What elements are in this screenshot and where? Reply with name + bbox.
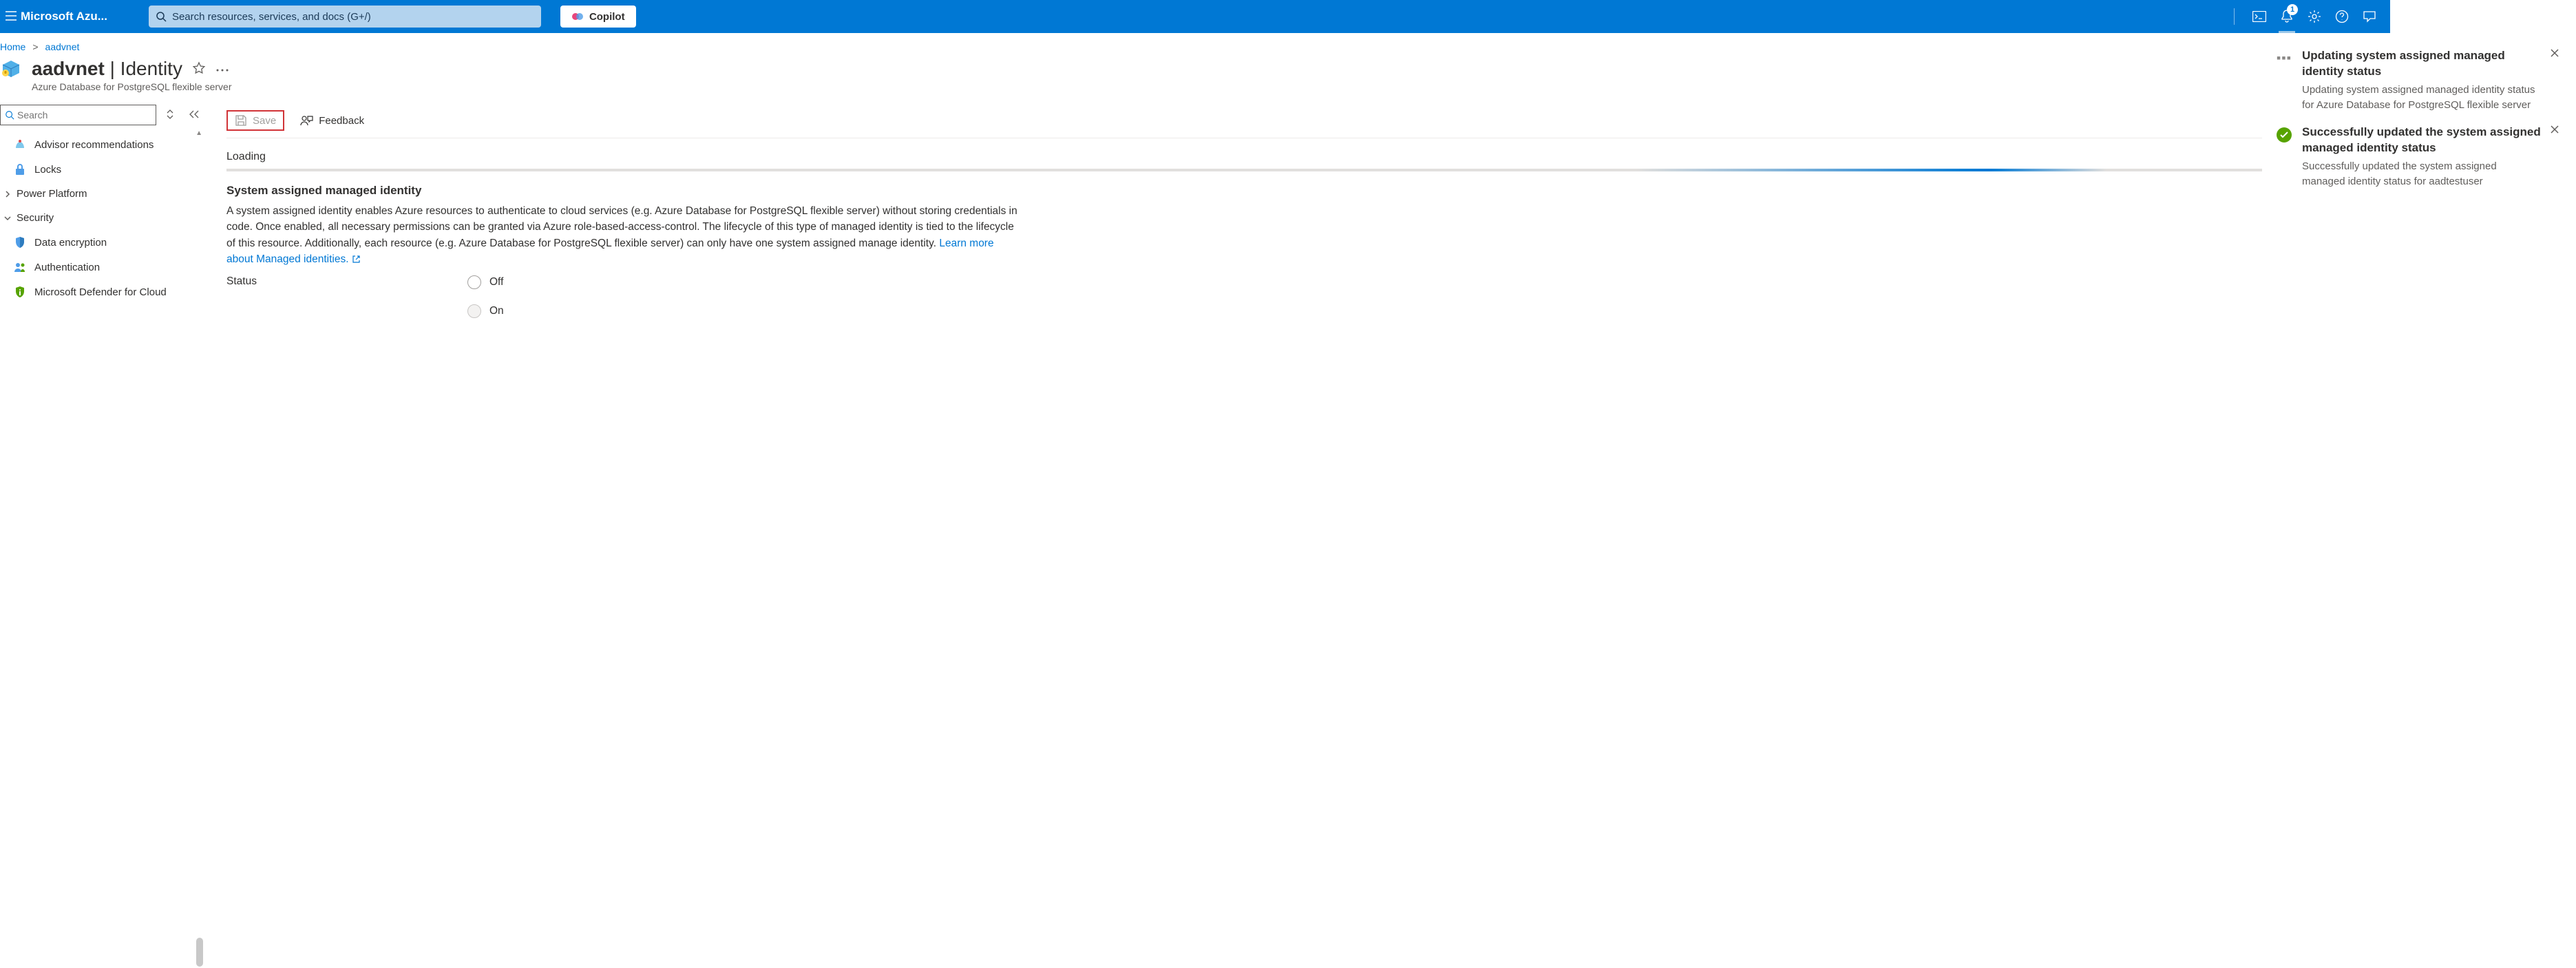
save-button[interactable]: Save [226,110,284,131]
breadcrumb-current[interactable]: aadvnet [45,41,80,52]
sidebar-item-locks[interactable]: Locks [0,157,203,182]
advisor-icon [14,138,26,151]
defender-icon [14,286,26,298]
hamburger-menu-icon[interactable] [0,11,14,23]
cloud-shell-icon[interactable] [2246,0,2273,33]
notification-subtitle: Successfully updated the system assigned… [2302,156,2542,189]
sidebar-search[interactable] [0,105,156,125]
notifications-icon[interactable]: 1 [2273,0,2301,33]
global-search[interactable] [149,6,541,28]
radio-icon [467,304,481,318]
feedback-button[interactable]: Feedback [299,114,364,127]
copilot-icon [571,10,584,23]
active-indicator [2279,31,2295,33]
shield-icon [14,236,26,249]
people-icon [14,261,26,273]
notification-title: Successfully updated the system assigned… [2302,125,2542,156]
success-icon [2277,127,2292,143]
status-on-option[interactable]: On [467,304,504,318]
notification-item-success: Successfully updated the system assigned… [2274,125,2564,189]
expand-collapse-icon[interactable] [162,109,178,122]
sidebar-group-security[interactable]: Security [0,206,203,230]
section-description: A system assigned identity enables Azure… [226,203,1018,269]
search-icon [5,110,14,120]
radio-icon [467,275,481,289]
status-radio-group: Off On [467,275,504,318]
breadcrumb: Home > aadvnet [0,33,2576,55]
in-progress-icon: ▪▪▪ [2277,51,2292,112]
feedback-top-icon[interactable] [2356,0,2383,33]
feedback-icon [299,114,313,127]
notification-item-updating: ▪▪▪ Updating system assigned managed ide… [2274,48,2564,112]
sidebar-group-power-platform[interactable]: Power Platform [0,182,203,206]
global-search-input[interactable] [167,11,534,23]
close-notification-icon[interactable] [2550,48,2564,112]
collapse-sidebar-icon[interactable] [184,109,203,121]
resource-subtitle: Azure Database for PostgreSQL flexible s… [0,81,2576,102]
external-link-icon [352,253,361,269]
scrollbar-thumb[interactable] [196,938,203,967]
top-header: Microsoft Azu... Copilot 1 [0,0,2576,33]
sidebar-item-authentication[interactable]: Authentication [0,255,203,280]
sidebar-search-row [0,102,203,132]
sidebar-item-advisor[interactable]: Advisor recommendations [0,132,203,157]
help-icon[interactable] [2328,0,2356,33]
notification-panel: ▪▪▪ Updating system assigned managed ide… [2262,39,2576,211]
page-title-row: aadvnet | Identity [0,55,2576,81]
sidebar-item-data-encryption[interactable]: Data encryption [0,230,203,255]
sidebar-item-defender[interactable]: Microsoft Defender for Cloud [0,280,203,304]
brand-label[interactable]: Microsoft Azu... [14,10,121,23]
content-toolbar: Save Feedback [226,102,2576,138]
sidebar-scrollbar[interactable] [196,136,203,967]
progress-bar [226,169,2576,171]
divider [2234,8,2235,25]
chevron-down-icon [3,215,12,222]
sidebar-search-input[interactable] [14,109,151,120]
section-title: System assigned managed identity [226,184,2576,203]
lock-icon [14,163,26,176]
favorite-star-icon[interactable] [192,61,206,77]
breadcrumb-home[interactable]: Home [0,41,25,52]
chevron-right-icon [3,191,12,198]
copilot-button[interactable]: Copilot [560,6,636,28]
notification-badge: 1 [2287,4,2298,15]
main-content: Save Feedback Loading System assigned ma… [203,102,2576,967]
account-popout-area [2390,0,2576,33]
status-label: Status [226,275,467,288]
more-actions-icon[interactable] [215,63,229,74]
save-icon [235,114,247,127]
close-notification-icon[interactable] [2550,125,2564,189]
search-icon [156,11,167,22]
loading-label: Loading [226,138,2576,169]
resource-icon [0,58,22,80]
settings-icon[interactable] [2301,0,2328,33]
page-title: aadvnet | Identity [32,58,182,80]
sidebar: ▲ Advisor recommendations Locks Power Pl… [0,102,203,967]
status-off-option[interactable]: Off [467,275,504,289]
notification-subtitle: Updating system assigned managed identit… [2302,80,2542,113]
notification-title: Updating system assigned managed identit… [2302,48,2542,80]
breadcrumb-sep: > [32,41,38,52]
